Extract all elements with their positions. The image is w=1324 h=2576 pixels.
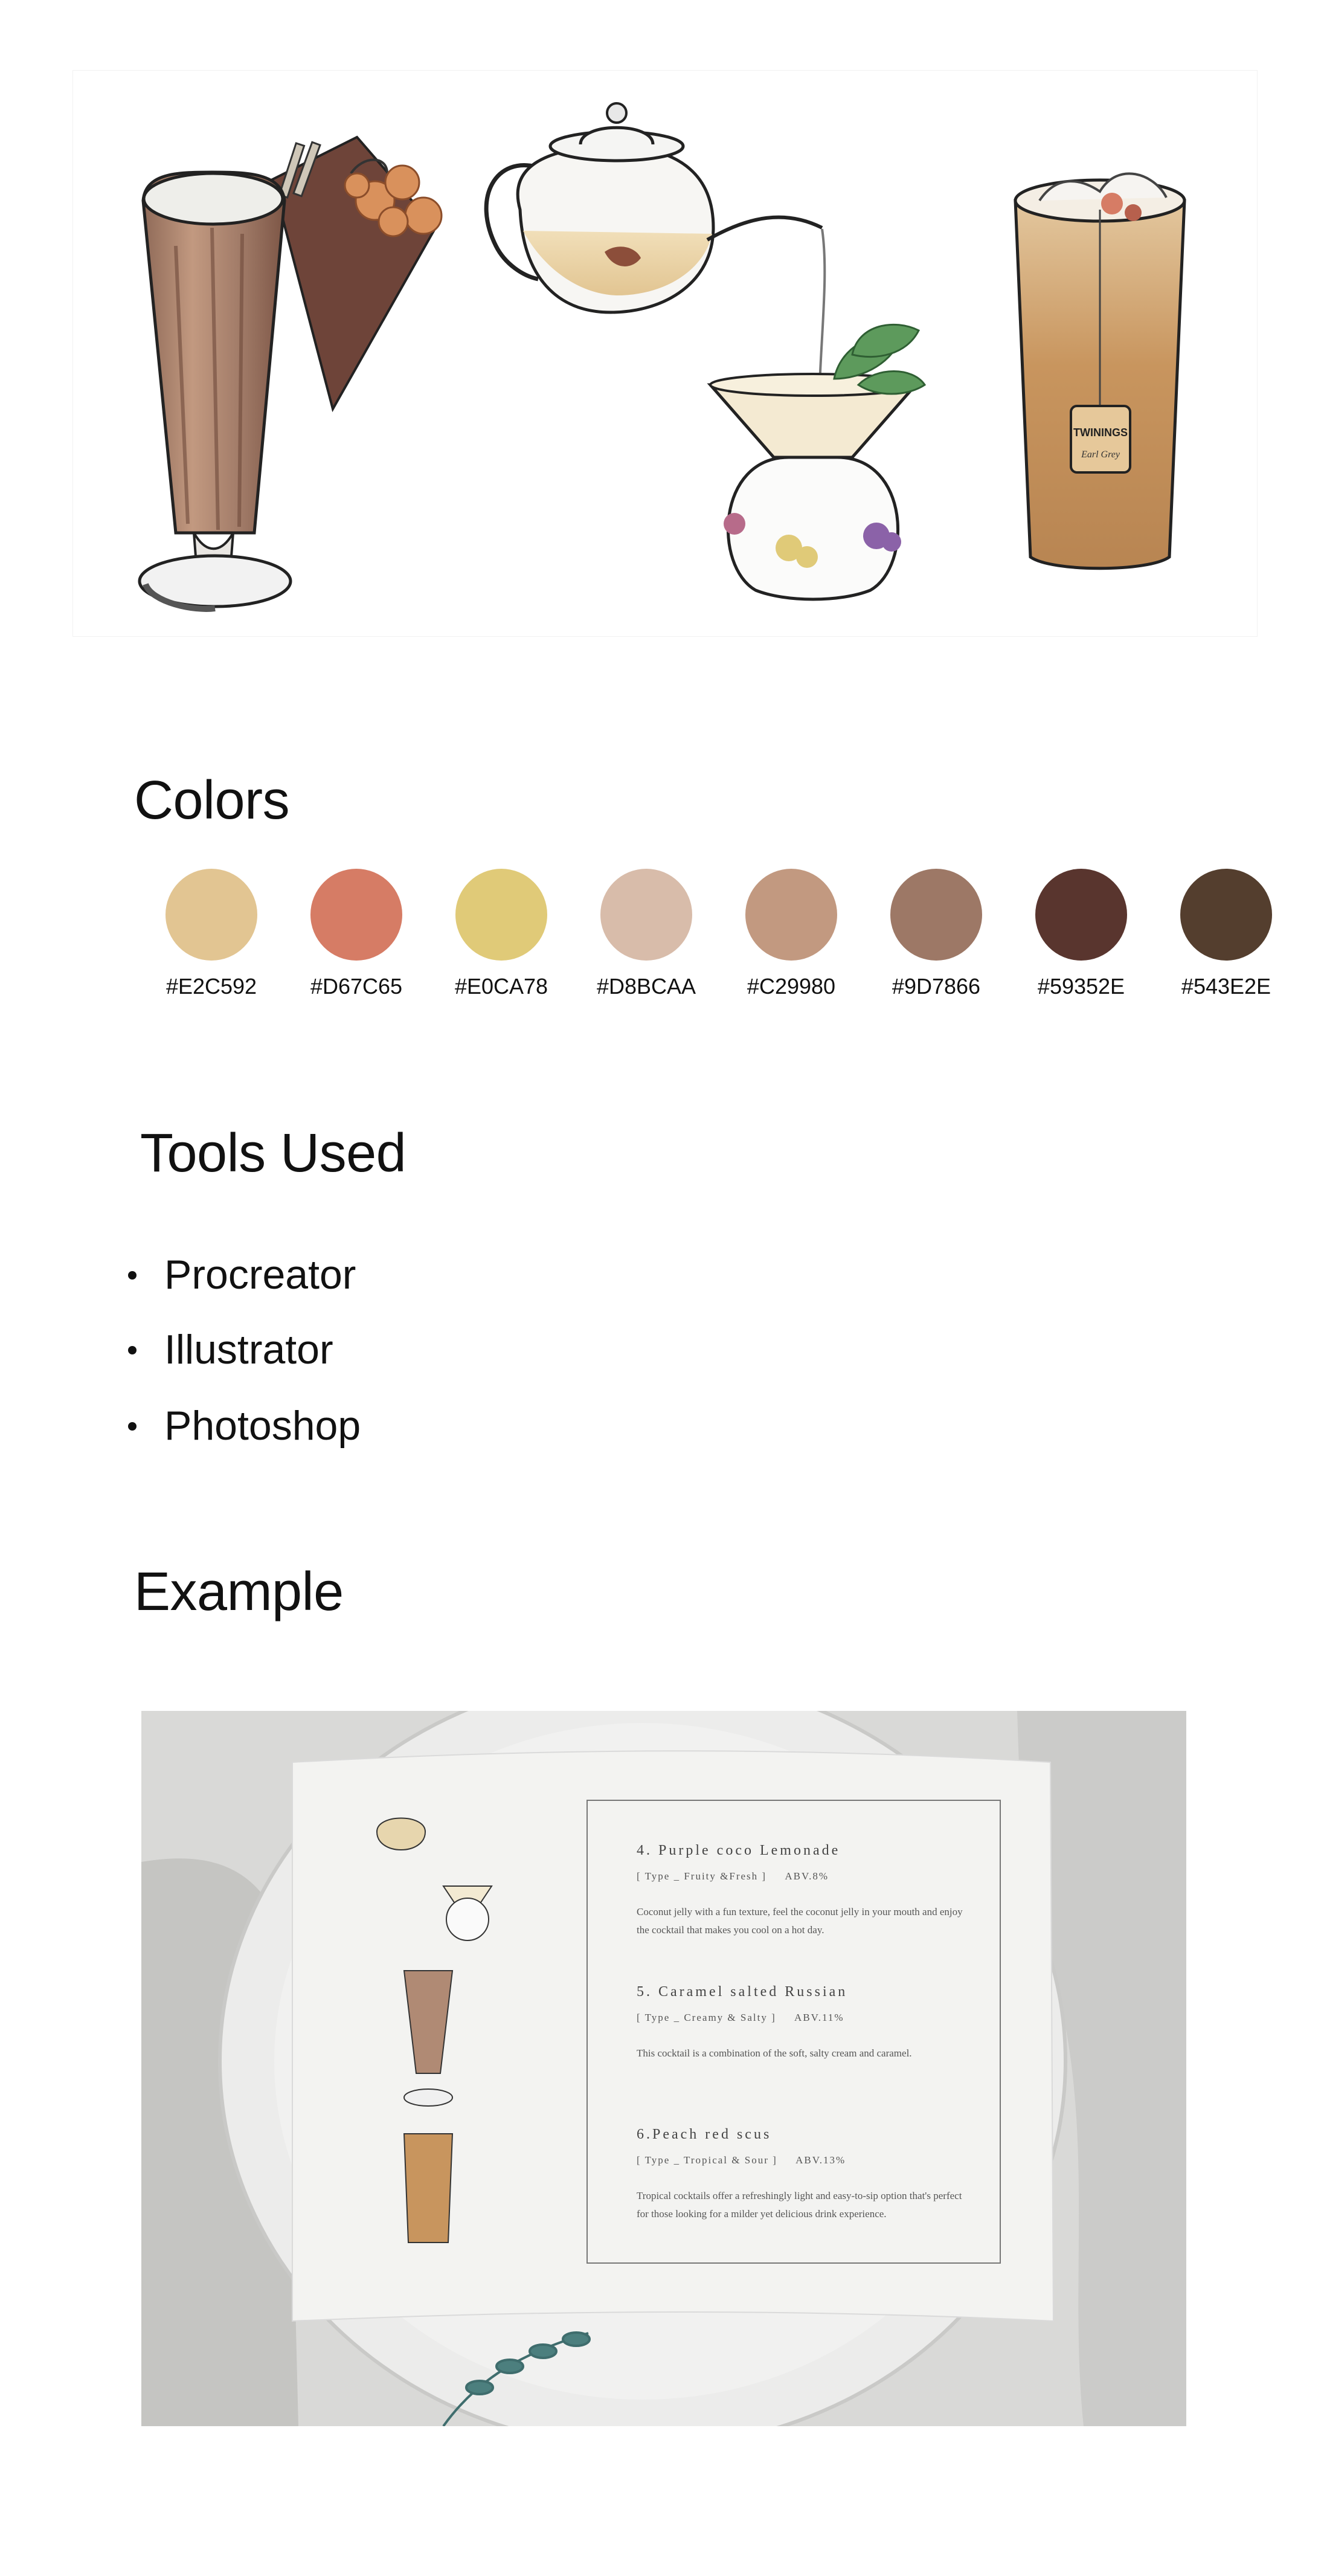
tool-item: Illustrator (128, 1327, 333, 1373)
color-hex-label: #9D7866 (892, 974, 981, 999)
photo-background (141, 1711, 1186, 2426)
color-hex-label: #D67C65 (310, 974, 403, 999)
color-hex-label: #543E2E (1181, 974, 1271, 999)
color-swatch (1035, 869, 1127, 961)
tea-tag: TWININGS Earl Grey (1070, 405, 1131, 474)
tools-heading: Tools Used (140, 1123, 407, 1183)
tool-item: Procreator (128, 1252, 356, 1298)
tool-name: Procreator (164, 1252, 356, 1298)
example-menu-photo: 4. Purple coco Lemonade [ Type _ Fruity &… (141, 1711, 1186, 2426)
teapot-drink-illustration (484, 102, 927, 601)
menu-item-meta: [ Type _ Tropical & Sour ] ABV.13% (637, 2154, 846, 2166)
bullet-icon (128, 1346, 137, 1354)
bullet-icon (128, 1271, 137, 1280)
menu-item-title: 4. Purple coco Lemonade (637, 1843, 841, 1858)
color-swatch (745, 869, 837, 961)
tea-tag-flavor: Earl Grey (1081, 449, 1120, 460)
menu-item-title: 6.Peach red scus (637, 2127, 772, 2142)
menu-item-description: Coconut jelly with a fun texture, feel t… (637, 1906, 963, 1936)
tool-name: Illustrator (164, 1327, 333, 1373)
menu-item-description: Tropical cocktails offer a refreshingly … (637, 2190, 962, 2220)
color-swatch (166, 869, 257, 961)
drinks-illustration: TWININGS Earl Grey (138, 102, 1186, 612)
color-swatch (1180, 869, 1272, 961)
color-swatch (455, 869, 547, 961)
hero-illustration-panel: TWININGS Earl Grey (72, 70, 1258, 637)
color-hex-label: #E0CA78 (454, 974, 548, 999)
color-hex-label: #E2C592 (166, 974, 257, 999)
chocolate-drink-illustration (138, 135, 443, 612)
color-swatch (890, 869, 982, 961)
menu-item-meta: [ Type _ Fruity &Fresh ] ABV.8% (637, 1870, 829, 1882)
peach-tea-drink-illustration: TWININGS Earl Grey (1014, 172, 1186, 570)
example-heading: Example (134, 1562, 344, 1622)
tool-item: Photoshop (128, 1403, 361, 1449)
color-swatch (310, 869, 402, 961)
color-hex-label: #D8BCAA (596, 974, 696, 999)
bullet-icon (128, 1422, 137, 1431)
colors-heading: Colors (134, 770, 290, 831)
color-hex-label: #59352E (1037, 974, 1125, 999)
tea-tag-brand: TWININGS (1073, 427, 1128, 439)
menu-item-meta: [ Type _ Creamy & Salty ] ABV.11% (637, 2012, 844, 2023)
color-swatch (600, 869, 692, 961)
tool-name: Photoshop (164, 1403, 361, 1449)
menu-item-title: 5. Caramel salted Russian (637, 1984, 848, 2000)
menu-item-description: This cocktail is a combination of the so… (637, 2047, 912, 2059)
color-hex-label: #C29980 (747, 974, 836, 999)
